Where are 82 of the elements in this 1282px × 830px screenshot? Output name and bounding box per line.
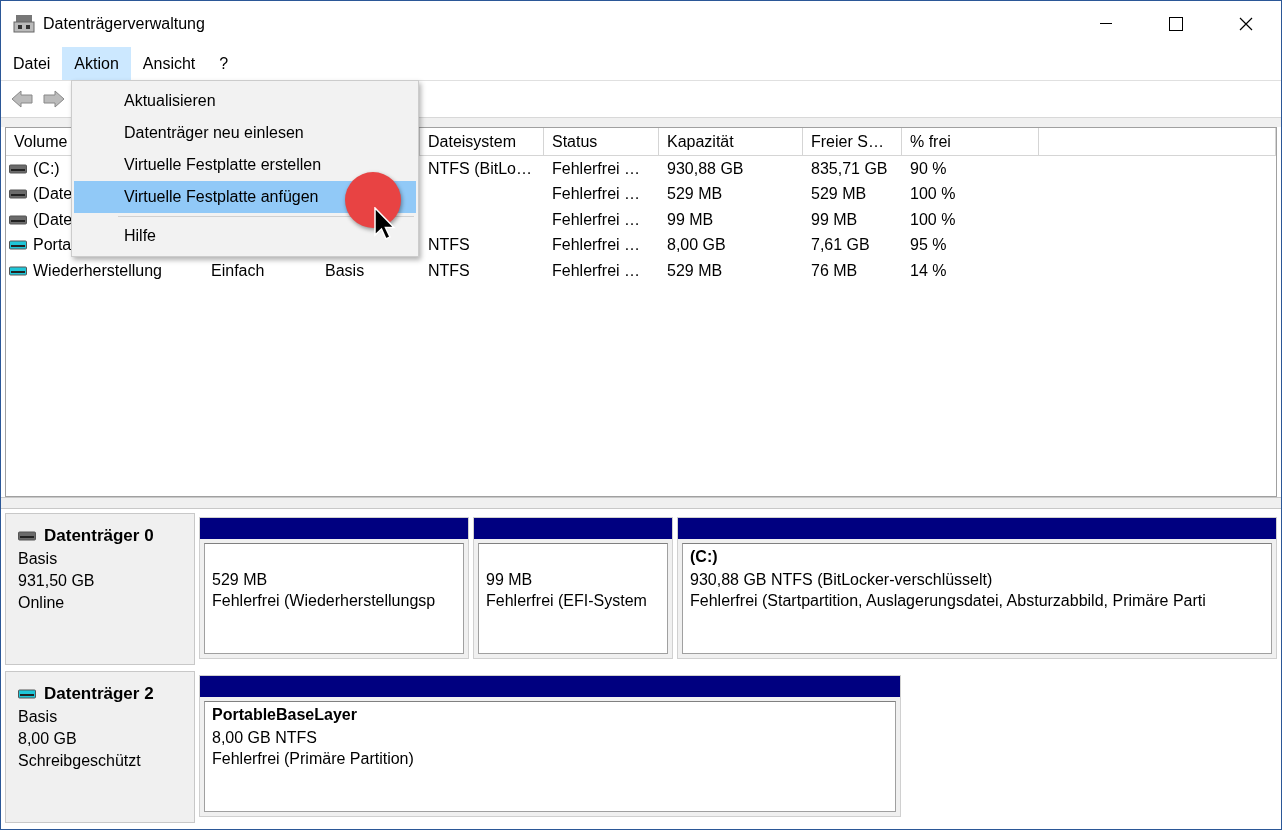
table-cell: 835,71 GB bbox=[811, 159, 888, 178]
menu-item[interactable]: Hilfe bbox=[74, 220, 416, 252]
table-cell: 76 MB bbox=[811, 261, 858, 280]
partition-info: 529 MB bbox=[212, 571, 269, 589]
maximize-icon bbox=[1169, 17, 1183, 31]
table-cell: 930,88 GB bbox=[667, 159, 744, 178]
table-cell: Fehlerfrei … bbox=[552, 210, 641, 229]
disk-info: Basis bbox=[18, 708, 59, 726]
disk-info: 931,50 GB bbox=[18, 572, 96, 590]
table-cell: Wiederherstellung bbox=[33, 261, 162, 280]
table-cell: 90 % bbox=[910, 159, 947, 178]
drive-icon bbox=[9, 240, 27, 251]
drive-icon bbox=[18, 689, 36, 699]
table-cell: 99 MB bbox=[811, 210, 858, 229]
table-cell: NTFS bbox=[428, 236, 470, 255]
table-cell: (C:) bbox=[33, 159, 60, 178]
partition-info: Fehlerfrei (Startpartition, Auslagerungsdatei, Absturzabbild, Primäre Parti bbox=[690, 592, 1207, 610]
partition-info: 8,00 GB NTFS bbox=[212, 729, 318, 747]
partition-block[interactable]: 99 MB Fehlerfrei (EFI-System bbox=[473, 517, 673, 659]
menu-item[interactable]: Datei bbox=[1, 47, 63, 80]
drive-icon bbox=[9, 163, 27, 174]
table-cell: 95 % bbox=[910, 236, 947, 255]
close-icon bbox=[1239, 17, 1253, 31]
disk-label-panel[interactable]: Datenträger 0 Basis 931,50 GB Online bbox=[5, 513, 195, 665]
window-title: Datenträgerverwaltung bbox=[43, 15, 206, 33]
partition-block[interactable]: (C:) 930,88 GB NTFS (BitLocker-verschlüsselt) Fehlerfrei (Startpartition, Auslagerungsdatei, Absturzabbild, Primäre Parti bbox=[677, 517, 1277, 659]
column-header[interactable]: % frei bbox=[902, 128, 1039, 156]
menu-item[interactable]: ? bbox=[207, 47, 241, 80]
table-cell: 529 MB bbox=[667, 261, 723, 280]
table-cell: Basis bbox=[325, 261, 365, 280]
table-cell: 529 MB bbox=[667, 185, 723, 204]
column-header[interactable]: Dateisystem bbox=[420, 128, 544, 156]
column-header[interactable]: Freier S… bbox=[803, 128, 902, 156]
partition-info: 99 MB bbox=[486, 571, 534, 589]
disk-management-icon bbox=[13, 14, 35, 34]
table-cell: 529 MB bbox=[811, 185, 867, 204]
partition-title: (C:) bbox=[690, 548, 719, 567]
partition-block[interactable]: 529 MB Fehlerfrei (Wiederherstellungsp bbox=[199, 517, 469, 659]
table-cell: NTFS bbox=[428, 261, 470, 280]
column-header[interactable]: Status bbox=[544, 128, 659, 156]
disk-label-panel[interactable]: Datenträger 2 Basis 8,00 GB Schreibgeschützt bbox=[5, 671, 195, 823]
table-cell: 100 % bbox=[910, 210, 956, 229]
disk-info: Online bbox=[18, 594, 66, 612]
partition-block[interactable]: PortableBaseLayer 8,00 GB NTFS Fehlerfrei (Primäre Partition) bbox=[199, 675, 901, 817]
partition-info: 930,88 GB NTFS (BitLocker-verschlüsselt) bbox=[690, 571, 994, 589]
table-cell: 99 MB bbox=[667, 210, 714, 229]
menu-item[interactable]: Virtuelle Festplatte erstellen bbox=[74, 149, 416, 181]
table-cell: Fehlerfrei … bbox=[552, 261, 641, 280]
column-header[interactable] bbox=[1039, 128, 1276, 156]
table-cell: 14 % bbox=[910, 261, 947, 280]
menu-item[interactable]: Aktion bbox=[62, 47, 131, 80]
disk-info: Basis bbox=[18, 550, 59, 568]
table-cell: 100 % bbox=[910, 185, 956, 204]
partition-info: Fehlerfrei (EFI-System bbox=[486, 592, 648, 610]
partition-title: PortableBaseLayer bbox=[212, 706, 358, 725]
drive-icon bbox=[9, 214, 27, 225]
table-cell: Einfach bbox=[211, 261, 265, 280]
drive-icon bbox=[9, 189, 27, 200]
table-cell: 8,00 GB bbox=[667, 236, 726, 255]
disk-info: 8,00 GB bbox=[18, 730, 78, 748]
partition-info: Fehlerfrei (Primäre Partition) bbox=[212, 750, 415, 768]
menu-item[interactable]: Ansicht bbox=[130, 47, 208, 80]
menu-item[interactable]: Aktualisieren bbox=[74, 85, 416, 117]
disk-name: Datenträger 0 bbox=[44, 526, 154, 546]
table-cell: 7,61 GB bbox=[811, 236, 870, 255]
disk-info: Schreibgeschützt bbox=[18, 752, 142, 770]
cursor-icon bbox=[374, 207, 396, 241]
table-cell: (Date bbox=[33, 210, 73, 229]
column-header[interactable]: Kapazität bbox=[659, 128, 803, 156]
table-cell: Porta bbox=[33, 236, 72, 255]
table-cell: Fehlerfrei … bbox=[552, 236, 641, 255]
menu-item[interactable]: Datenträger neu einlesen bbox=[74, 117, 416, 149]
table-cell: (Date bbox=[33, 185, 73, 204]
drive-icon bbox=[9, 265, 27, 276]
table-cell: Fehlerfrei … bbox=[552, 185, 641, 204]
partition-info: Fehlerfrei (Wiederherstellungsp bbox=[212, 592, 437, 610]
table-cell: NTFS (BitLo… bbox=[428, 159, 532, 178]
drive-icon bbox=[18, 531, 36, 541]
disk-name: Datenträger 2 bbox=[44, 684, 154, 704]
table-cell: Fehlerfrei … bbox=[552, 159, 641, 178]
splitter-bar[interactable] bbox=[1, 497, 1281, 509]
minimize-icon bbox=[1100, 23, 1112, 25]
